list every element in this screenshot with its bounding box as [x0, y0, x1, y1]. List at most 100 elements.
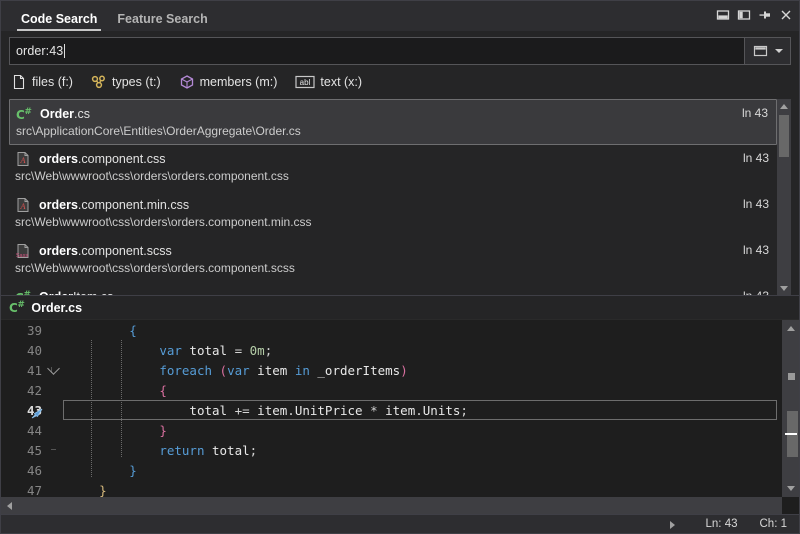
- chevron-down-icon: [775, 49, 783, 53]
- members-icon: [179, 74, 195, 90]
- chevron-down-icon: [787, 486, 795, 491]
- result-row-1-title: orders.component.css: [39, 152, 165, 166]
- line-number-39: 39: [1, 323, 45, 338]
- search-results-list[interactable]: C# Order.cs src\ApplicationCore\Entities…: [9, 99, 791, 295]
- filter-types[interactable]: types (t:): [89, 72, 163, 92]
- code-line-45-text: return total;: [61, 443, 782, 458]
- result-row-3[interactable]: Sass orders.component.scss src\Web\wwwro…: [9, 237, 777, 283]
- search-input[interactable]: order:43: [9, 37, 745, 65]
- result-row-4-main: OrderItem.cs src\ApplicationCore\Entitie…: [39, 288, 743, 295]
- result-row-2[interactable]: A orders.component.min.css src\Web\wwwro…: [9, 191, 777, 237]
- line-number-45: 45: [1, 443, 45, 458]
- results-scrollbar[interactable]: [777, 99, 791, 295]
- code-line-42-text: {: [61, 383, 782, 398]
- status-bar: Ln: 43 Ch: 1: [1, 514, 799, 533]
- window-controls: [716, 8, 793, 22]
- chevron-right-icon: [670, 521, 675, 529]
- result-row-1-main: orders.component.css src\Web\wwwroot\css…: [39, 150, 743, 185]
- search-options-button[interactable]: [745, 37, 791, 65]
- code-preview-pane: C# Order.cs 39 { 40: [1, 295, 799, 514]
- chevron-left-icon: [7, 502, 12, 510]
- search-input-value: order:43: [16, 44, 63, 58]
- result-row-0-main: Order.cs src\ApplicationCore\Entities\Or…: [40, 105, 742, 140]
- tab-feature-search[interactable]: Feature Search: [107, 8, 217, 31]
- result-row-2-line: ln 43: [743, 197, 769, 211]
- bookmark-pin-icon[interactable]: [30, 406, 44, 420]
- svg-text:A: A: [20, 156, 26, 165]
- fold-toggle-41[interactable]: [45, 367, 61, 373]
- results-scroll-up-button[interactable]: [777, 99, 791, 113]
- code-line-44-text: }: [61, 423, 782, 438]
- pin-icon[interactable]: [758, 8, 772, 22]
- tab-code-search-label: Code Search: [21, 12, 97, 26]
- result-row-2-path: src\Web\wwwroot\css\orders\orders.compon…: [15, 214, 743, 231]
- css-file-icon: A: [15, 151, 33, 169]
- code-line-46-text: }: [61, 463, 782, 478]
- result-row-2-main: orders.component.min.css src\Web\wwwroot…: [39, 196, 743, 231]
- filter-files[interactable]: files (f:): [9, 72, 75, 92]
- tab-code-search[interactable]: Code Search: [11, 8, 107, 31]
- code-line-46: 46 }: [1, 460, 782, 480]
- chevron-down-icon: [780, 286, 788, 291]
- line-number-42: 42: [1, 383, 45, 398]
- preview-scroll-up-button[interactable]: [782, 320, 799, 337]
- split-view-icon[interactable]: [737, 8, 751, 22]
- code-line-41: 41 foreach (var item in _orderItems): [1, 360, 782, 380]
- results-rows: C# Order.cs src\ApplicationCore\Entities…: [9, 99, 777, 295]
- dock-bottom-icon[interactable]: [716, 8, 730, 22]
- result-row-4[interactable]: C# OrderItem.cs src\ApplicationCore\Enti…: [9, 283, 777, 295]
- code-editor[interactable]: 39 { 40 var total = 0m; 41 foreach (var …: [1, 320, 782, 497]
- code-line-43: 43 total += item.UnitPrice * item.Units;: [1, 400, 782, 420]
- preview-header: C# Order.cs: [1, 296, 799, 320]
- result-row-1-line: ln 43: [743, 151, 769, 165]
- code-line-39-text: {: [61, 323, 782, 338]
- preview-body: 39 { 40 var total = 0m; 41 foreach (var …: [1, 320, 799, 514]
- text-icon: abl: [295, 75, 315, 89]
- preview-scroll-track[interactable]: [784, 337, 798, 480]
- preview-filename: Order.cs: [31, 301, 82, 315]
- result-row-3-line: ln 43: [743, 243, 769, 257]
- preview-horizontal-scrollbar[interactable]: [1, 497, 782, 514]
- filter-bar: files (f:) types (t:) members (m:) abl: [9, 69, 791, 95]
- close-icon[interactable]: [779, 8, 793, 22]
- result-row-0-path: src\ApplicationCore\Entities\OrderAggreg…: [16, 123, 742, 140]
- search-row: order:43: [9, 37, 791, 65]
- preview-scroll-left-button[interactable]: [1, 497, 18, 514]
- code-line-44: 44 }: [1, 420, 782, 440]
- results-scroll-thumb[interactable]: [779, 115, 789, 157]
- filter-text-label: text (x:): [320, 75, 362, 89]
- filter-text[interactable]: abl text (x:): [293, 73, 364, 91]
- statusbar-next-button[interactable]: [665, 518, 679, 532]
- line-number-47: 47: [1, 483, 45, 498]
- line-number-40: 40: [1, 343, 45, 358]
- code-line-39: 39 {: [1, 320, 782, 340]
- code-line-40-text: var total = 0m;: [61, 343, 782, 358]
- results-scroll-track[interactable]: [777, 113, 791, 281]
- code-line-42: 42 {: [1, 380, 782, 400]
- result-row-3-main: orders.component.scss src\Web\wwwroot\cs…: [39, 242, 743, 277]
- result-row-0-title: Order.cs: [40, 107, 90, 121]
- code-line-47-text: }: [61, 483, 782, 498]
- status-char-number: Ch: 1: [760, 518, 788, 530]
- types-icon: [91, 74, 107, 90]
- change-marker: [788, 373, 795, 380]
- chevron-down-icon: [47, 362, 60, 375]
- text-caret: [64, 44, 65, 58]
- result-row-2-title: orders.component.min.css: [39, 198, 189, 212]
- filter-files-label: files (f:): [32, 75, 73, 89]
- code-line-43-text: total += item.UnitPrice * item.Units;: [61, 403, 782, 418]
- results-scroll-down-button[interactable]: [777, 281, 791, 295]
- csharp-file-icon: C#: [16, 106, 34, 124]
- search-scope-icon: [753, 44, 768, 58]
- result-row-0[interactable]: C# Order.cs src\ApplicationCore\Entities…: [9, 99, 777, 145]
- filter-members-label: members (m:): [200, 75, 278, 89]
- preview-scroll-down-button[interactable]: [782, 480, 799, 497]
- filter-members[interactable]: members (m:): [177, 72, 280, 92]
- line-number-41: 41: [1, 363, 45, 378]
- result-row-1[interactable]: A orders.component.css src\Web\wwwroot\c…: [9, 145, 777, 191]
- chevron-up-icon: [780, 104, 788, 109]
- preview-vertical-scrollbar[interactable]: [782, 320, 799, 497]
- result-row-1-path: src\Web\wwwroot\css\orders\orders.compon…: [15, 168, 743, 185]
- svg-text:A: A: [20, 202, 26, 211]
- filter-types-label: types (t:): [112, 75, 161, 89]
